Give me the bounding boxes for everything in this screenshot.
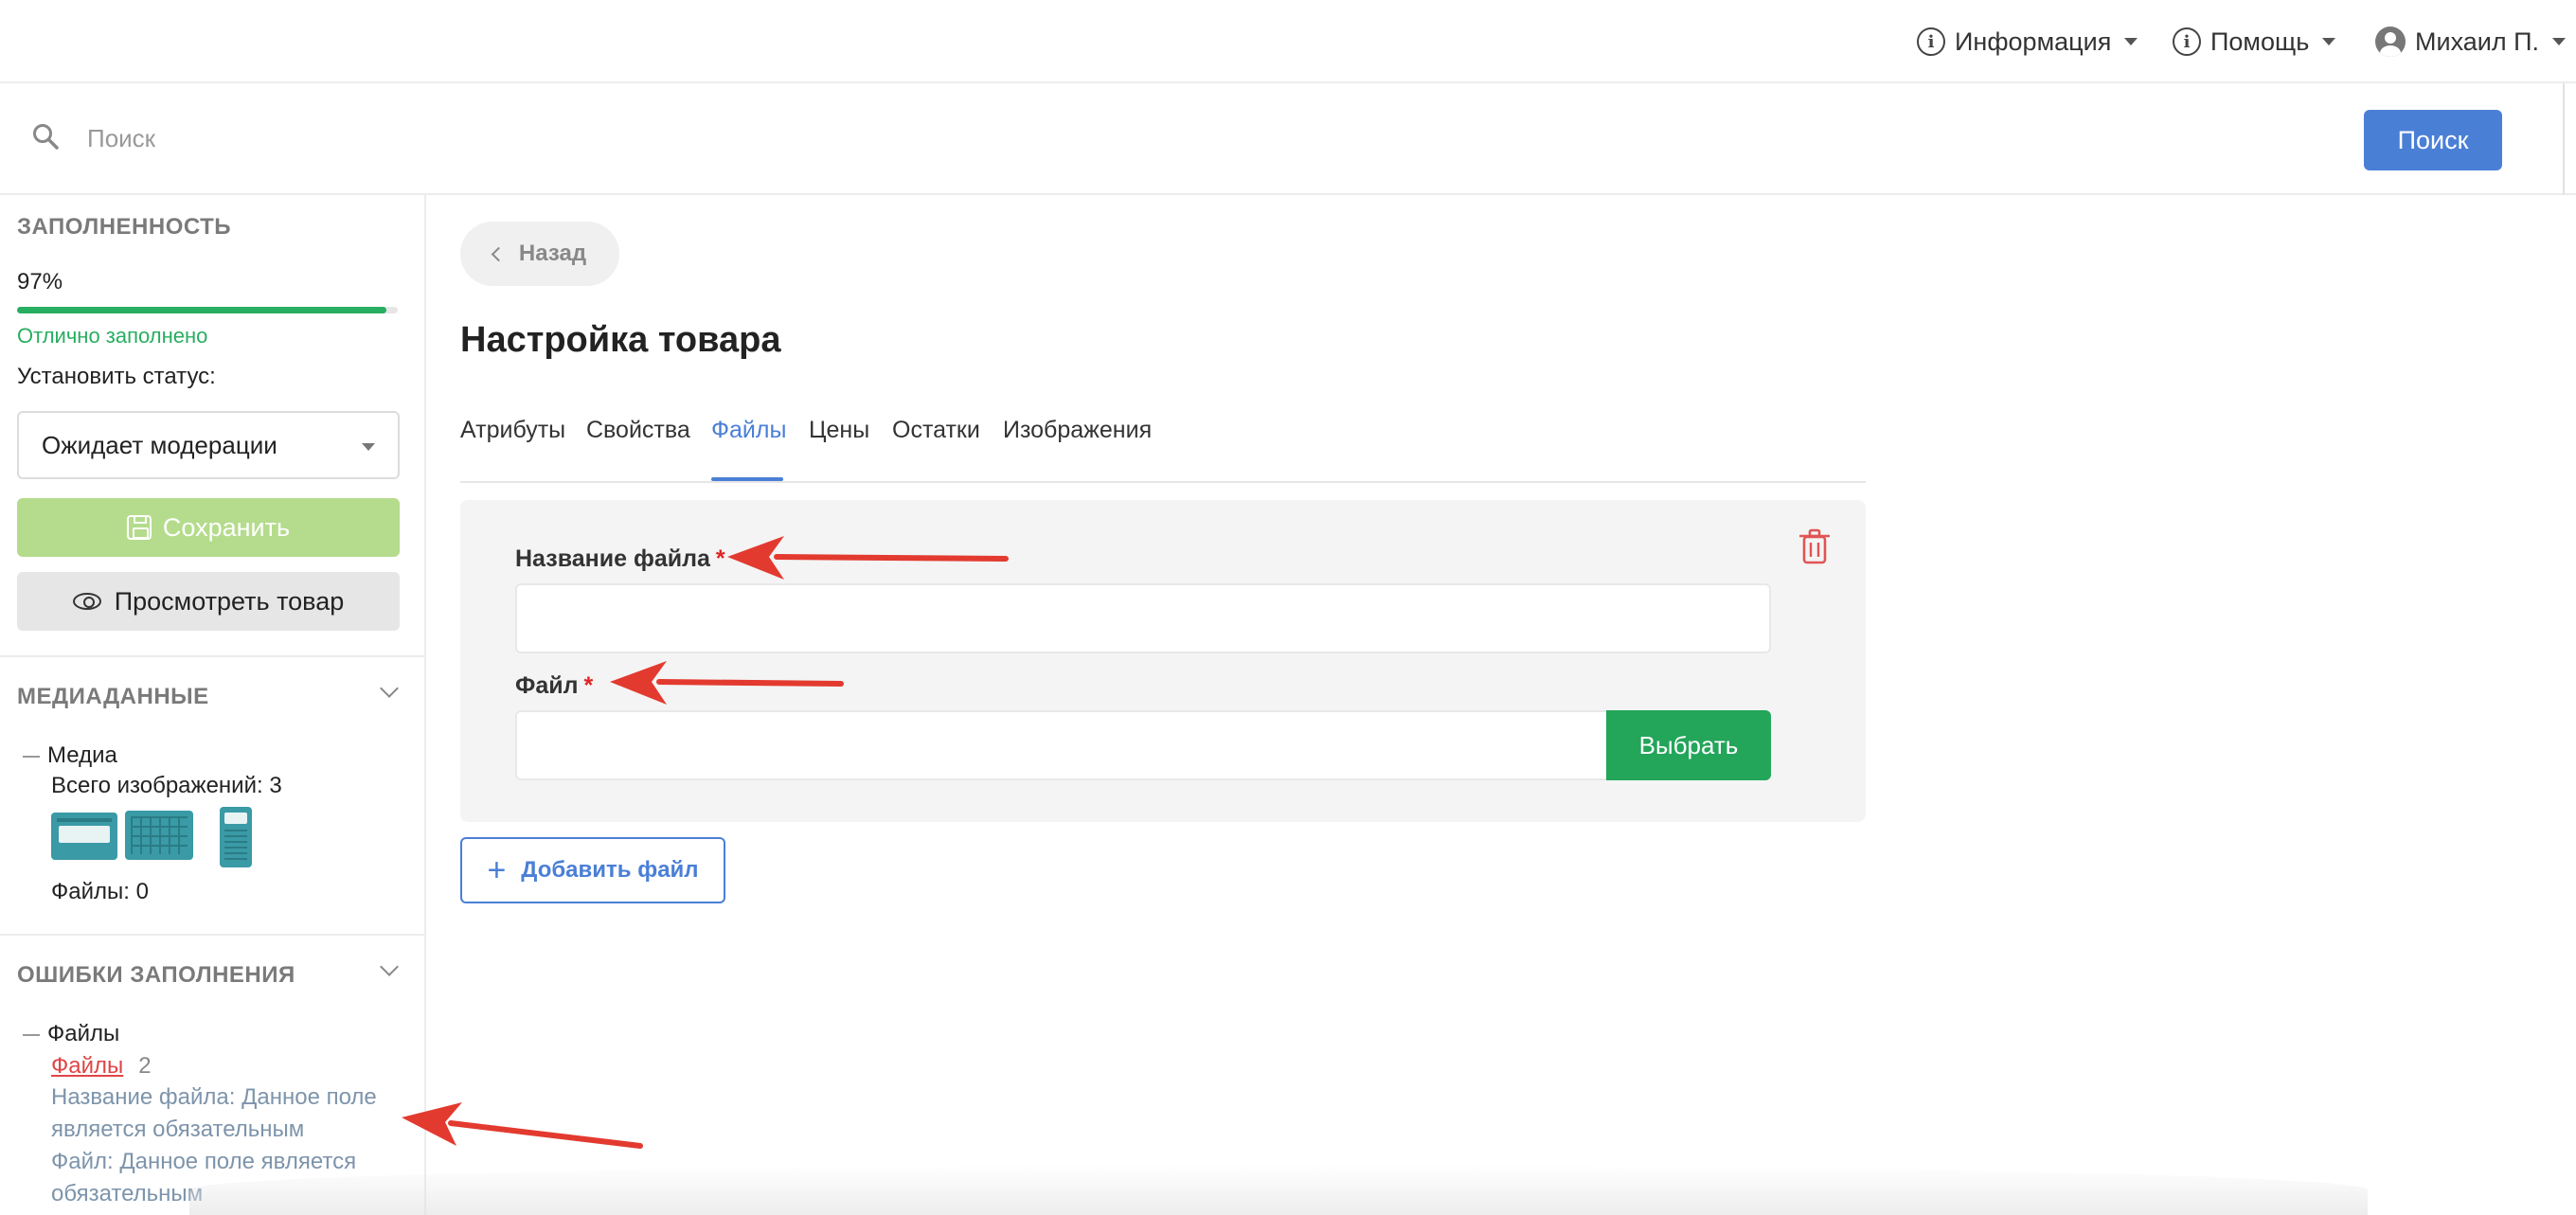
tab-prices[interactable]: Цены [809,417,869,444]
caret-down-icon [2552,38,2567,45]
image-thumbnail[interactable] [51,813,117,860]
file-name-label-text: Название файла [515,545,710,572]
file-name-input[interactable] [515,583,1771,653]
media-group[interactable]: Медиа [23,742,117,769]
info-icon: i [1917,27,1945,56]
caret-down-icon [2322,38,2336,45]
back-button[interactable]: Назад [460,222,619,286]
file-path-input[interactable] [515,710,1608,780]
tab-properties[interactable]: Свойства [586,417,690,444]
media-collapse-chevron-icon[interactable] [380,679,399,698]
user-menu-label: Михаил П. [2415,27,2540,56]
trash-icon[interactable] [1799,528,1830,564]
divider [0,934,426,936]
chevron-down-icon [362,443,375,451]
file-label: Файл * [515,672,593,700]
required-mark: * [715,545,725,572]
help-menu[interactable]: i Помощь [2173,0,2336,83]
save-button[interactable]: Сохранить [17,498,400,557]
back-button-label: Назад [518,241,587,266]
plus-icon: + [487,852,507,888]
completeness-status: Отлично заполнено [17,324,208,348]
sidebar: ЗАПОЛНЕННОСТЬ 97% Отлично заполнено Уста… [0,195,426,1215]
help-menu-label: Помощь [2210,27,2310,56]
active-tab-indicator [711,477,783,481]
scrollbar-divider [2563,83,2565,195]
error-message: Название файла: Данное поле является обя… [51,1084,377,1142]
view-product-button[interactable]: Просмотреть товар [17,572,400,631]
errors-heading: ОШИБКИ ЗАПОЛНЕНИЯ [17,962,295,988]
completeness-heading: ЗАПОЛНЕННОСТЬ [17,214,232,240]
bottom-shadow [189,1165,2368,1215]
add-file-label: Добавить файл [521,857,699,883]
choose-file-button[interactable]: Выбрать [1606,710,1771,780]
info-menu[interactable]: i Информация [1917,0,2138,83]
file-name-label: Название файла * [515,545,725,573]
user-avatar-icon [2375,27,2406,57]
chevron-left-icon [491,246,507,261]
tab-files[interactable]: Файлы [711,417,786,444]
files-count: Файлы: 0 [51,879,149,904]
errors-group-label: Файлы [47,1021,120,1046]
file-label-text: Файл [515,672,579,699]
tree-dash-icon [23,755,40,758]
page-title: Настройка товара [460,320,781,360]
annotation-arrow [402,1102,643,1149]
view-product-label: Просмотреть товар [114,586,345,616]
completeness-percent: 97% [17,269,63,295]
images-total: Всего изображений: 3 [51,773,282,798]
tab-images[interactable]: Изображения [1003,417,1152,444]
completeness-progress-fill [17,307,386,313]
caret-down-icon [2124,38,2138,45]
errors-files-link[interactable]: Файлы [51,1053,123,1079]
help-icon: i [2173,27,2201,56]
tab-attributes[interactable]: Атрибуты [460,417,565,444]
errors-count: 2 [138,1053,152,1079]
save-button-label: Сохранить [162,512,291,542]
user-menu[interactable]: Михаил П. [2375,0,2567,83]
file-form-card: Название файла * Файл * Выбрать [460,500,1866,822]
status-select[interactable]: Ожидает модерации [17,411,400,479]
required-mark: * [583,672,594,699]
completeness-progress [17,307,398,313]
floppy-disk-icon [126,515,152,540]
errors-item: Файлы 2 [51,1053,152,1080]
eye-icon [72,593,101,610]
add-file-button[interactable]: + Добавить файл [460,837,725,903]
search-button[interactable]: Поиск [2364,110,2502,170]
search-icon [33,124,59,150]
divider [0,655,426,657]
status-select-value: Ожидает модерации [42,430,277,459]
errors-group[interactable]: Файлы [23,1021,119,1047]
image-thumbnail[interactable] [125,811,193,860]
tab-stock[interactable]: Остатки [892,417,980,444]
image-thumbnail[interactable] [220,807,252,867]
media-group-label: Медиа [47,742,117,768]
media-heading: МЕДИАДАННЫЕ [17,684,209,709]
set-status-label: Установить статус: [17,364,216,389]
search-input[interactable] [87,112,2265,165]
errors-collapse-chevron-icon[interactable] [380,957,399,976]
top-bar: i Информация i Помощь Михаил П. [0,0,2576,83]
info-menu-label: Информация [1955,27,2112,56]
tree-dash-icon [23,1033,40,1036]
tabs: Атрибуты Свойства Файлы Цены Остатки Изо… [460,398,1866,483]
search-bar: Поиск [0,83,2576,195]
